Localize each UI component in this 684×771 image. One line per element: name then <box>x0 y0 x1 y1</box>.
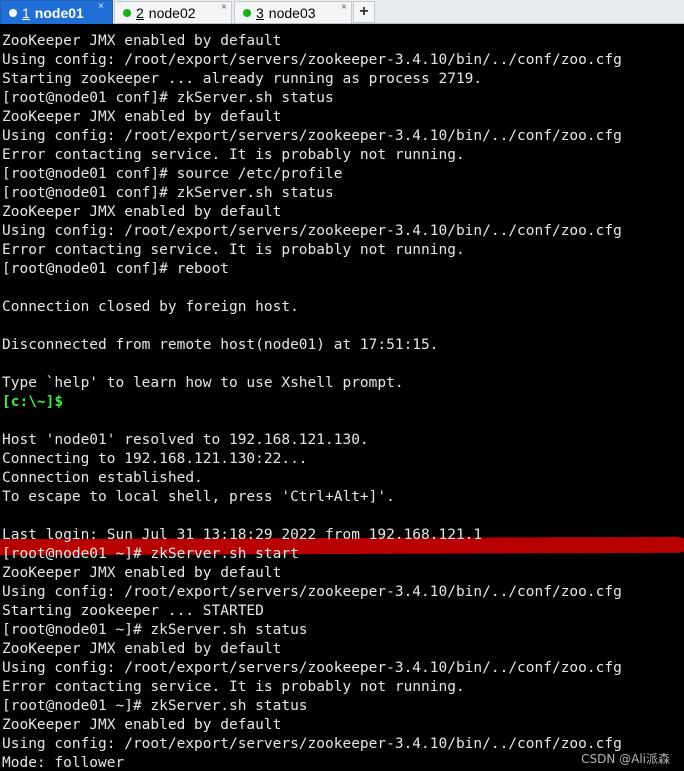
connected-status-icon <box>9 8 17 17</box>
terminal-line: ZooKeeper JMX enabled by default <box>2 717 282 733</box>
tab-label: node01 <box>34 4 84 21</box>
tab-label: node03 <box>268 4 316 21</box>
terminal-line: Error contacting service. It is probably… <box>2 242 465 258</box>
terminal-line: Mode: follower <box>2 755 125 771</box>
tab-close-icon[interactable]: × <box>98 2 104 12</box>
tab-close-icon[interactable]: × <box>341 3 347 13</box>
connected-status-icon <box>123 8 131 17</box>
terminal-line: Connecting to 192.168.121.130:22... <box>2 451 308 467</box>
tab-number: 3 <box>256 4 264 21</box>
terminal-line: ZooKeeper JMX enabled by default <box>2 33 282 49</box>
local-shell-prompt: [c:\~]$ <box>2 394 64 410</box>
terminal-line: Connection closed by foreign host. <box>2 299 299 315</box>
terminal-line: Using config: /root/export/servers/zooke… <box>2 584 622 600</box>
terminal-line: Using config: /root/export/servers/zooke… <box>2 128 622 144</box>
terminal-line: [root@node01 conf]# zkServer.sh status <box>2 90 334 106</box>
terminal-line: [root@node01 ~]# zkServer.sh status <box>2 622 308 638</box>
terminal-line: Host 'node01' resolved to 192.168.121.13… <box>2 432 369 448</box>
terminal-line: Disconnected from remote host(node01) at… <box>2 337 439 353</box>
connected-status-icon <box>243 8 251 17</box>
tab-node03[interactable]: 3 node03 × <box>234 1 352 23</box>
tab-node02[interactable]: 2 node02 × <box>114 1 232 23</box>
tab-close-icon[interactable]: × <box>221 3 227 13</box>
terminal-line: Using config: /root/export/servers/zooke… <box>2 52 622 68</box>
tab-number: 2 <box>136 4 144 21</box>
terminal-line: Starting zookeeper ... already running a… <box>2 71 483 87</box>
terminal-line: To escape to local shell, press 'Ctrl+Al… <box>2 489 395 505</box>
terminal-line: ZooKeeper JMX enabled by default <box>2 204 282 220</box>
tab-number: 1 <box>22 4 30 21</box>
terminal-line: Connection established. <box>2 470 203 486</box>
terminal-line: ZooKeeper JMX enabled by default <box>2 565 282 581</box>
terminal-line: Using config: /root/export/servers/zooke… <box>2 660 622 676</box>
terminal-line: Error contacting service. It is probably… <box>2 679 465 695</box>
csdn-watermark: CSDN @Ali派森 <box>581 752 670 766</box>
xshell-window: 1 node01 × 2 node02 × 3 node03 × + ZooKe… <box>0 0 684 771</box>
terminal-line: Error contacting service. It is probably… <box>2 147 465 163</box>
terminal-line: [root@node01 conf]# reboot <box>2 261 229 277</box>
terminal-line: Type `help' to learn how to use Xshell p… <box>2 375 404 391</box>
terminal-output[interactable]: ZooKeeper JMX enabled by default Using co… <box>0 32 684 771</box>
terminal-line: [root@node01 conf]# zkServer.sh status <box>2 185 334 201</box>
terminal-line: Last login: Sun Jul 31 13:18:29 2022 fro… <box>2 527 483 543</box>
terminal-line: Using config: /root/export/servers/zooke… <box>2 223 622 239</box>
session-tab-bar: 1 node01 × 2 node02 × 3 node03 × + <box>0 0 684 24</box>
tab-label: node02 <box>148 4 196 21</box>
terminal-line: [root@node01 ~]# zkServer.sh start <box>2 546 299 562</box>
new-tab-plus-icon[interactable]: + <box>353 1 375 23</box>
terminal-line: Starting zookeeper ... STARTED <box>2 603 264 619</box>
terminal-line: [root@node01 conf]# source /etc/profile <box>2 166 343 182</box>
terminal-line: ZooKeeper JMX enabled by default <box>2 641 282 657</box>
terminal-line: ZooKeeper JMX enabled by default <box>2 109 282 125</box>
tab-node01[interactable]: 1 node01 × <box>0 0 113 24</box>
terminal-line: [root@node01 ~]# zkServer.sh status <box>2 698 308 714</box>
terminal-line: Using config: /root/export/servers/zooke… <box>2 736 622 752</box>
